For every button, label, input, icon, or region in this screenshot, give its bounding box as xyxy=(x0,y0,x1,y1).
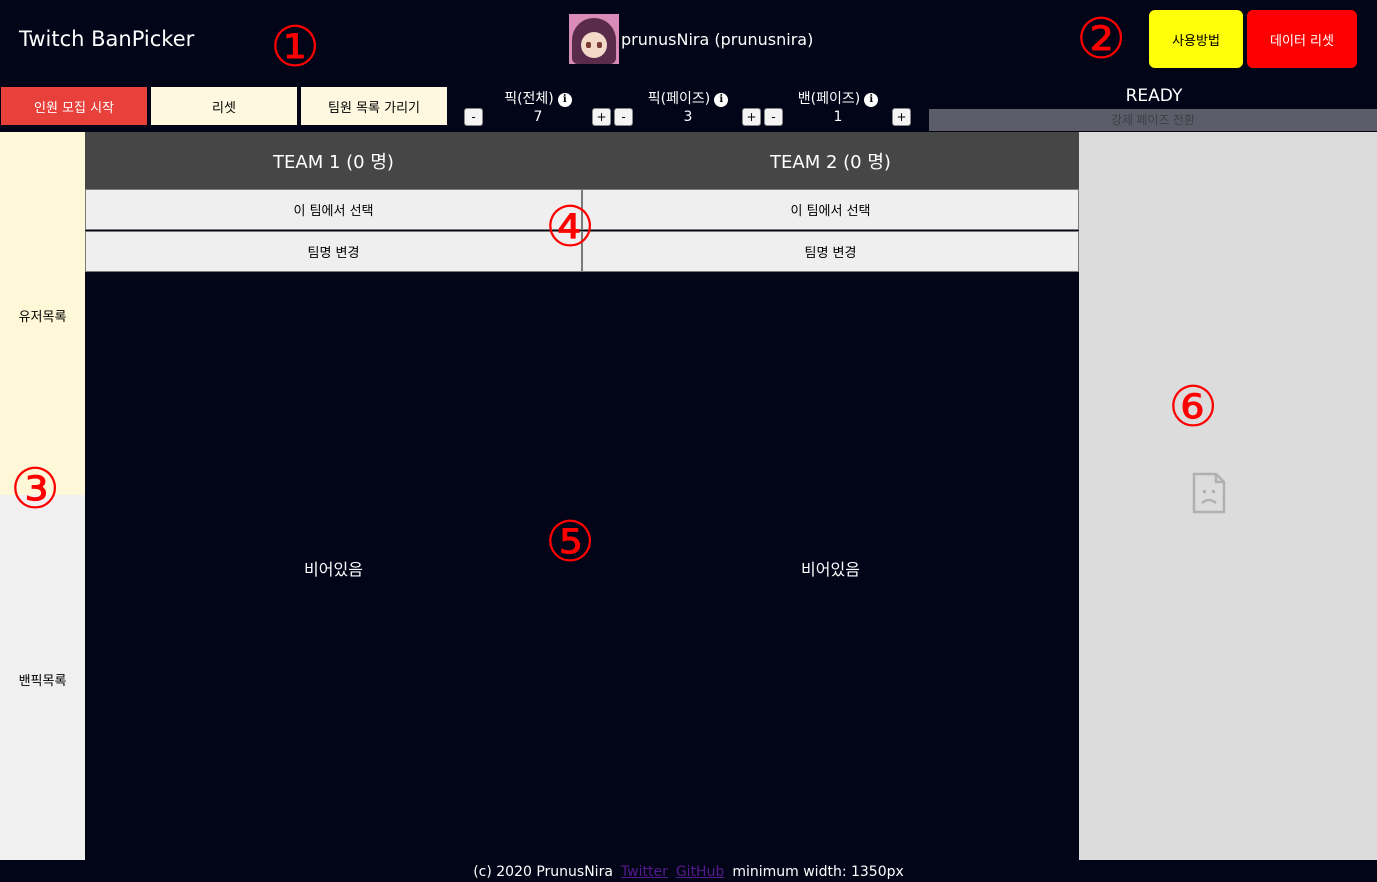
banpick-list-panel[interactable]: 밴픽목록 xyxy=(0,495,85,860)
pick-phase-value: 3 xyxy=(683,109,693,125)
pick-total-plus-button[interactable]: + xyxy=(592,108,611,126)
team2-select-button[interactable]: 이 팀에서 선택 xyxy=(582,189,1079,230)
github-link[interactable]: GitHub xyxy=(676,864,725,880)
annotation-3: ③ xyxy=(10,457,61,522)
annotation-4: ④ xyxy=(545,195,596,260)
app-title: Twitch BanPicker xyxy=(19,27,195,51)
ban-phase-value: 1 xyxy=(833,109,843,125)
copyright-text: (c) 2020 PrunusNira xyxy=(473,864,613,880)
pick-phase-plus-button[interactable]: + xyxy=(742,108,761,126)
min-width-text: minimum width: 1350px xyxy=(732,864,904,880)
twitter-link[interactable]: Twitter xyxy=(621,864,668,880)
user-profile: prunusNira (prunusnira) xyxy=(569,14,813,64)
team2-header: TEAM 2 (0 명) xyxy=(770,151,891,173)
annotation-5: ⑤ xyxy=(545,510,596,575)
team-header-bar: TEAM 1 (0 명) TEAM 2 (0 명) xyxy=(85,132,1079,189)
team1-rename-button[interactable]: 팀명 변경 xyxy=(85,231,582,272)
pick-total-value: 7 xyxy=(533,109,543,125)
reset-button[interactable]: 리셋 xyxy=(151,87,297,125)
info-icon[interactable]: i xyxy=(714,93,729,107)
user-list-label: 유저목록 xyxy=(18,310,67,325)
ban-phase-label: 밴(페이즈) i xyxy=(763,88,913,108)
broken-image-icon xyxy=(1192,472,1226,514)
avatar xyxy=(569,14,619,64)
hide-members-button[interactable]: 팀원 목록 가리기 xyxy=(301,87,447,125)
banpick-list-label: 밴픽목록 xyxy=(18,674,67,689)
pick-total-label: 픽(전체) i xyxy=(463,88,613,108)
annotation-1: ① xyxy=(270,15,321,80)
team2-rename-button[interactable]: 팀명 변경 xyxy=(582,231,1079,272)
user-list-panel[interactable]: 유저목록 xyxy=(0,132,85,495)
team1-empty-text: 비어있음 xyxy=(304,560,363,579)
team1-select-button[interactable]: 이 팀에서 선택 xyxy=(85,189,582,230)
reset-data-button[interactable]: 데이터 리셋 xyxy=(1247,10,1357,68)
howto-button[interactable]: 사용방법 xyxy=(1149,10,1243,68)
annotation-2: ② xyxy=(1076,7,1127,72)
info-icon[interactable]: i xyxy=(557,93,572,107)
pick-phase-counter: 픽(페이즈) i - 3 + xyxy=(613,86,763,128)
force-phase-button[interactable]: 강제 페이즈 전환 xyxy=(929,109,1377,131)
ban-phase-plus-button[interactable]: + xyxy=(892,108,911,126)
start-recruit-button[interactable]: 인원 모집 시작 xyxy=(1,87,147,125)
user-name: prunusNira (prunusnira) xyxy=(621,29,814,49)
pick-total-counter: 픽(전체) i - 7 + xyxy=(463,86,613,128)
annotation-6: ⑥ xyxy=(1168,375,1219,440)
team2-empty-text: 비어있음 xyxy=(801,560,860,579)
ban-phase-counter: 밴(페이즈) i - 1 + xyxy=(763,86,913,128)
pick-phase-label: 픽(페이즈) i xyxy=(613,88,763,108)
stream-preview-panel xyxy=(1079,132,1377,860)
footer: (c) 2020 PrunusNira Twitter GitHub minimum … xyxy=(0,862,1377,882)
team1-header: TEAM 1 (0 명) xyxy=(273,151,394,173)
info-icon[interactable]: i xyxy=(864,93,879,107)
status-label: READY xyxy=(1125,86,1183,106)
